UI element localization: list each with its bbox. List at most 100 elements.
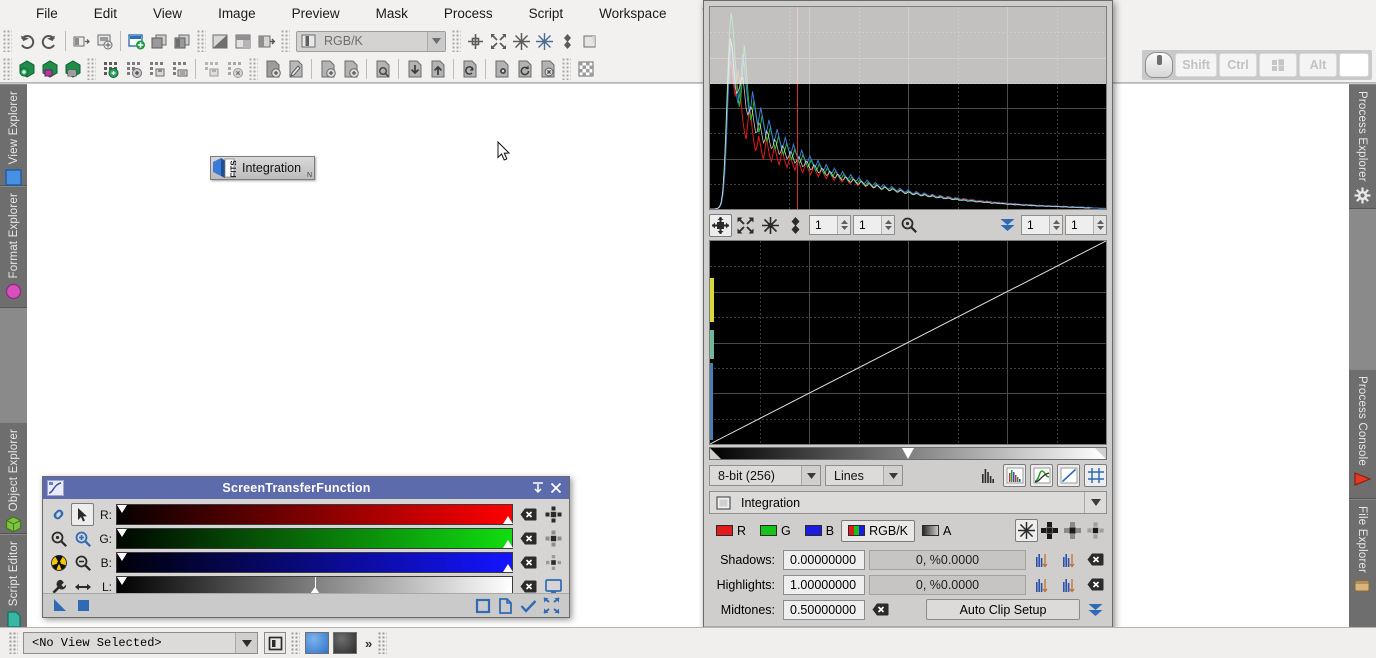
toolbar-grip[interactable] (3, 57, 12, 80)
statusbar-grip[interactable] (9, 632, 18, 654)
expand-icon[interactable] (487, 30, 510, 53)
zoom-x-spinbox[interactable]: 1 (809, 215, 851, 235)
grid-icon[interactable] (1084, 464, 1107, 487)
icons-store-icon[interactable] (200, 57, 223, 80)
curve-icon[interactable] (1030, 464, 1053, 487)
zoom-in-icon[interactable] (71, 527, 94, 550)
channel-button-r[interactable]: R (709, 520, 753, 542)
stop-icon[interactable] (72, 594, 95, 617)
target-all-icon[interactable] (542, 503, 565, 526)
stf-channel-row-b[interactable]: B: (96, 551, 565, 574)
overflow-icon[interactable]: » (365, 636, 372, 651)
reset-all-icon[interactable] (540, 594, 563, 617)
doc-settings-icon[interactable] (490, 57, 513, 80)
process-open-icon[interactable] (15, 57, 38, 80)
colorspace-combo[interactable]: RGB/K (296, 30, 446, 52)
highlights-marker[interactable] (503, 516, 513, 524)
stf-titlebar[interactable]: ScreenTransferFunction (43, 477, 569, 499)
sparse-grid-icon[interactable] (1084, 519, 1107, 542)
apply-icon[interactable] (517, 594, 540, 617)
stf-channel-bar-r[interactable] (116, 504, 513, 525)
screen-transfer-function-dialog[interactable]: ScreenTransferFunction R: G: B: L: (42, 476, 570, 618)
sidebar-item-script-editor[interactable]: Script Editor (0, 534, 27, 634)
toolbar-grip[interactable] (87, 57, 96, 80)
spinner-arrows[interactable] (837, 216, 850, 234)
toolbar-grip[interactable] (3, 30, 12, 52)
duplicate-window-icon[interactable] (171, 30, 194, 53)
highlights-marker[interactable] (503, 564, 513, 572)
shrink-icon[interactable] (759, 214, 782, 237)
menu-item-preview[interactable]: Preview (274, 3, 358, 24)
double-down-icon[interactable] (1084, 598, 1107, 621)
view-selector-combo[interactable]: <No View Selected> (23, 632, 258, 654)
statusbar-grip[interactable] (291, 632, 300, 654)
doc-reset-icon[interactable] (513, 57, 536, 80)
toolbar-grip[interactable] (281, 30, 290, 52)
collapse-icon[interactable] (529, 479, 547, 497)
close-icon[interactable] (547, 479, 565, 497)
resolution-combo[interactable]: 8-bit (256) (709, 465, 821, 486)
chevron-down-icon[interactable] (235, 633, 257, 653)
color-swatch-foreground[interactable] (305, 632, 329, 654)
icons-save-icon[interactable] (145, 57, 168, 80)
process-save-icon[interactable] (38, 57, 61, 80)
chevron-down-icon[interactable] (883, 466, 902, 485)
link-channels-icon[interactable] (47, 503, 70, 526)
reset-icon[interactable] (517, 527, 540, 550)
invert-icon[interactable] (209, 30, 232, 53)
redo-icon[interactable] (38, 30, 61, 53)
rgb-histogram-icon[interactable] (1003, 464, 1026, 487)
doc-new-icon[interactable] (261, 57, 284, 80)
menu-item-script[interactable]: Script (511, 3, 582, 24)
browse-icon[interactable] (494, 594, 517, 617)
sidebar-item-process-console[interactable]: Process Console (1348, 369, 1376, 499)
medium-grid-icon[interactable] (1061, 519, 1084, 542)
doc-download-icon[interactable] (403, 57, 426, 80)
icons-run-icon[interactable] (99, 57, 122, 80)
sidebar-item-process-explorer[interactable]: Process Explorer (1348, 84, 1376, 209)
doc-add2-icon[interactable] (339, 57, 362, 80)
res-x-spinbox[interactable]: 1 (1021, 215, 1063, 235)
target-small-icon[interactable] (542, 551, 565, 574)
toolbar-grip[interactable] (197, 30, 206, 52)
chevron-down-icon[interactable] (427, 31, 445, 51)
snowflake-icon[interactable] (533, 30, 556, 53)
res-y-spinbox[interactable]: 1 (1065, 215, 1107, 235)
zoom-fit-icon[interactable] (464, 30, 487, 53)
transfer-curve-slider[interactable] (709, 447, 1107, 460)
toolbar-grip[interactable] (452, 30, 461, 52)
new-preview-icon[interactable] (125, 30, 148, 53)
menu-item-mask[interactable]: Mask (358, 3, 426, 24)
pointer-icon[interactable] (71, 503, 94, 526)
doc-add-icon[interactable] (316, 57, 339, 80)
star-icon[interactable] (1015, 519, 1038, 542)
new-instance-icon[interactable] (471, 594, 494, 617)
shadows-marker[interactable] (117, 505, 127, 513)
midtones-reset-icon[interactable] (869, 598, 892, 621)
highlights-reset-icon[interactable] (1084, 573, 1107, 596)
menu-item-workspace[interactable]: Workspace (581, 3, 684, 24)
highlights-marker[interactable] (503, 540, 513, 548)
doc-cancel-icon[interactable] (536, 57, 559, 80)
shadows-pick-icon[interactable] (1030, 548, 1053, 571)
shadows-auto-icon[interactable] (1057, 548, 1080, 571)
view-selector[interactable]: Integration (709, 491, 1107, 514)
preview-icon[interactable] (264, 632, 286, 654)
double-down-icon[interactable] (996, 214, 1019, 237)
midtone-slider-handle[interactable] (902, 448, 914, 459)
zoom-reset-icon[interactable] (47, 527, 70, 550)
sidebar-item-view-explorer[interactable]: View Explorer (0, 84, 27, 187)
shadows-input[interactable]: 0.00000000 (783, 549, 865, 570)
chevron-down-icon[interactable] (1084, 492, 1106, 513)
collapse-icon[interactable] (510, 30, 533, 53)
shadows-marker[interactable] (117, 553, 127, 561)
stf-channel-row-g[interactable]: G: (96, 527, 565, 550)
pan-icon[interactable] (784, 214, 807, 237)
shadows-marker[interactable] (117, 577, 127, 585)
channel-button-g[interactable]: G (753, 520, 798, 542)
image-window-icon-integration[interactable]: FITS Integration N (210, 156, 315, 180)
icons-add-icon[interactable] (122, 57, 145, 80)
channel-button-rgbk[interactable]: RGB/K (841, 519, 916, 542)
doc-upload-icon[interactable] (426, 57, 449, 80)
stf-channel-bar-b[interactable] (116, 552, 513, 573)
